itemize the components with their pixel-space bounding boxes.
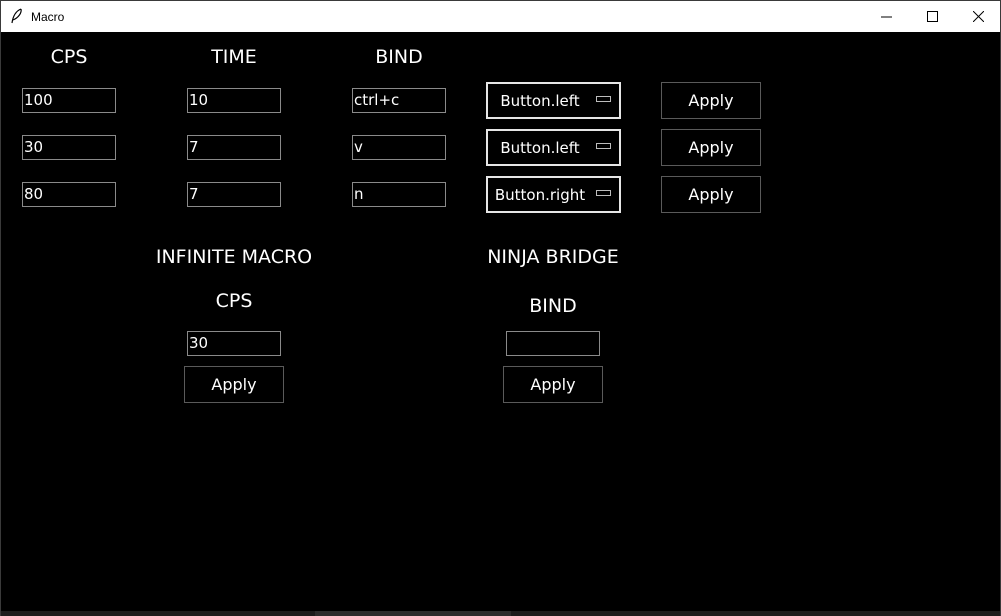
maximize-button[interactable]	[909, 1, 955, 32]
close-button[interactable]	[955, 1, 1001, 32]
ninja-bridge-apply-button[interactable]: Apply	[503, 366, 603, 403]
row1-cps-input[interactable]: 100	[22, 88, 116, 113]
row2-button-select[interactable]: Button.left	[486, 129, 621, 166]
row1-button-select[interactable]: Button.left	[486, 82, 621, 119]
dropdown-indicator-icon	[596, 143, 611, 149]
ninja-bridge-title: NINJA BRIDGE	[487, 246, 619, 268]
minimize-button[interactable]	[863, 1, 909, 32]
dropdown-indicator-icon	[596, 190, 611, 196]
infinite-macro-cps-input[interactable]: 30	[187, 331, 281, 356]
row2-time-input[interactable]: 7	[187, 135, 281, 160]
ninja-bridge-bind-input[interactable]	[506, 331, 600, 356]
close-icon	[972, 7, 984, 26]
row2-bind-input[interactable]: v	[352, 135, 446, 160]
window-title: Macro	[31, 10, 65, 24]
row2-apply-button[interactable]: Apply	[661, 129, 761, 166]
row1-bind-input[interactable]: ctrl+c	[352, 88, 446, 113]
horizontal-scrollbar[interactable]	[1, 611, 1000, 616]
feather-icon	[10, 8, 24, 24]
cps-header: CPS	[50, 46, 88, 68]
row2-cps-input[interactable]: 30	[22, 135, 116, 160]
row1-button-label: Button.left	[500, 92, 580, 110]
row1-time-input[interactable]: 10	[187, 88, 281, 113]
row3-bind-input[interactable]: n	[352, 182, 446, 207]
minimize-icon	[880, 7, 892, 26]
dropdown-indicator-icon	[596, 96, 611, 102]
row2-button-label: Button.left	[500, 139, 580, 157]
infinite-macro-cps-label: CPS	[215, 290, 253, 312]
row3-button-select[interactable]: Button.right	[486, 176, 621, 213]
time-header: TIME	[211, 46, 257, 68]
maximize-icon	[926, 7, 938, 26]
title-bar[interactable]: Macro	[1, 1, 1000, 32]
row3-cps-input[interactable]: 80	[22, 182, 116, 207]
row3-time-input[interactable]: 7	[187, 182, 281, 207]
row3-apply-button[interactable]: Apply	[661, 176, 761, 213]
row1-apply-button[interactable]: Apply	[661, 82, 761, 119]
row3-button-label: Button.right	[494, 186, 586, 204]
infinite-macro-apply-button[interactable]: Apply	[184, 366, 284, 403]
infinite-macro-title: INFINITE MACRO	[155, 246, 313, 268]
macro-window: Macro CPS TIME BIND 100 10 ctrl+c Button…	[0, 0, 1001, 616]
ninja-bridge-bind-label: BIND	[529, 295, 577, 317]
bind-header: BIND	[375, 46, 423, 68]
scrollbar-thumb[interactable]	[315, 611, 511, 616]
